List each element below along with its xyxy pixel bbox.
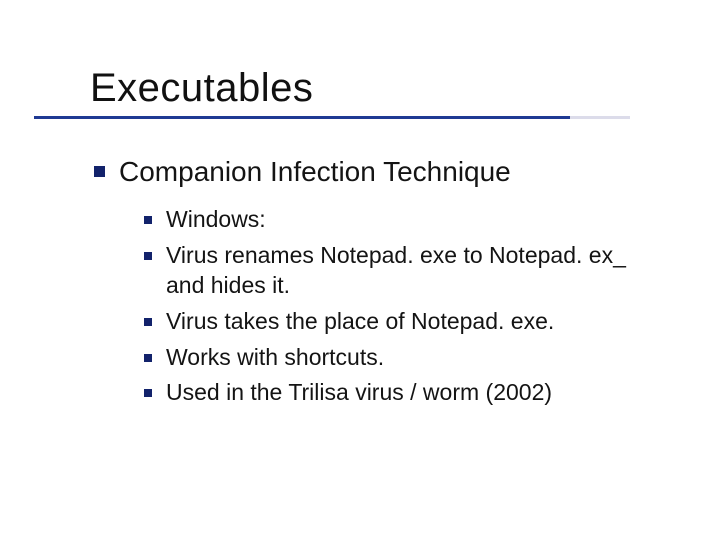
- level2-text: Used in the Trilisa virus / worm (2002): [166, 378, 552, 408]
- slide-body: Companion Infection Technique Windows: V…: [94, 154, 674, 414]
- square-bullet-icon: [144, 318, 152, 326]
- title-underline-tail: [570, 116, 630, 119]
- list-item-level2: Virus takes the place of Notepad. exe.: [144, 307, 674, 337]
- title-wrap: Executables: [90, 66, 313, 113]
- slide: Executables Companion Infection Techniqu…: [0, 0, 720, 540]
- square-bullet-icon: [144, 216, 152, 224]
- level2-text: Works with shortcuts.: [166, 343, 384, 373]
- slide-title: Executables: [90, 66, 313, 113]
- list-item-level2: Used in the Trilisa virus / worm (2002): [144, 378, 674, 408]
- square-bullet-icon: [144, 389, 152, 397]
- square-bullet-icon: [94, 166, 105, 177]
- level2-group: Windows: Virus renames Notepad. exe to N…: [144, 205, 674, 408]
- list-item-level2: Virus renames Notepad. exe to Notepad. e…: [144, 241, 674, 301]
- square-bullet-icon: [144, 252, 152, 260]
- list-item-level1: Companion Infection Technique: [94, 154, 674, 189]
- level2-text: Windows:: [166, 205, 266, 235]
- list-item-level2: Works with shortcuts.: [144, 343, 674, 373]
- title-underline: [34, 116, 570, 119]
- level2-text: Virus renames Notepad. exe to Notepad. e…: [166, 241, 666, 301]
- square-bullet-icon: [144, 354, 152, 362]
- level1-text: Companion Infection Technique: [119, 154, 511, 189]
- level2-text: Virus takes the place of Notepad. exe.: [166, 307, 554, 337]
- list-item-level2: Windows:: [144, 205, 674, 235]
